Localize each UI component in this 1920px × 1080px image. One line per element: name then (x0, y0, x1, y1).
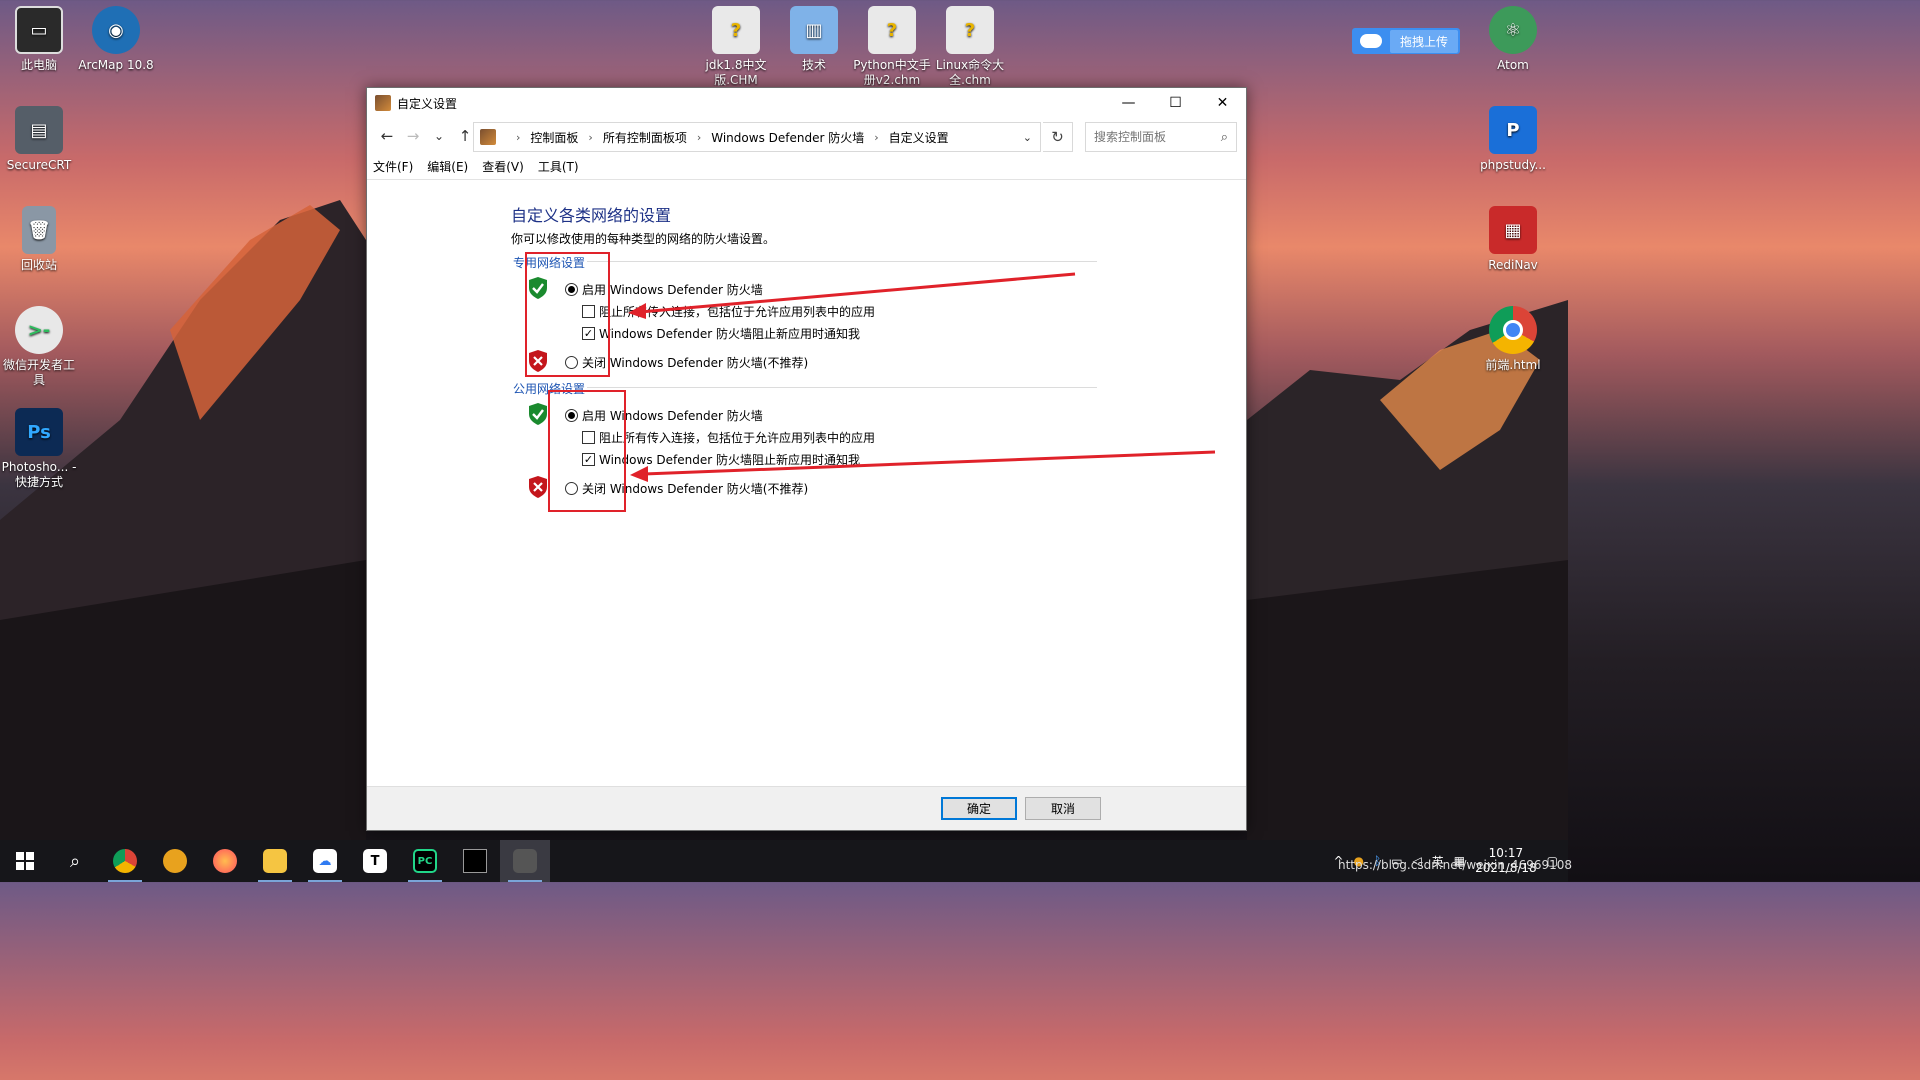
taskbar-pycharm[interactable]: PC (400, 840, 450, 882)
annotation-arrows (628, 272, 1216, 482)
firefox-icon (213, 849, 237, 873)
taskbar: ⌕ ☁ T PC ^ ● ᛒ ▭ ◁ 英 ▦ 10:17 2021/8/18 ▢ (0, 840, 1568, 882)
baidu-netdisk-icon: ☁ (313, 849, 337, 873)
start-button[interactable] (0, 840, 50, 882)
browser-icon (163, 849, 187, 873)
windows-logo-icon (16, 852, 34, 870)
pycharm-icon: PC (413, 849, 437, 873)
taskbar-typora[interactable]: T (350, 840, 400, 882)
taskbar-file-explorer[interactable] (250, 840, 300, 882)
chrome-icon (113, 849, 137, 873)
taskbar-baidu-netdisk[interactable]: ☁ (300, 840, 350, 882)
taskbar-terminal[interactable] (450, 840, 500, 882)
annotation-arrow (643, 450, 1216, 476)
terminal-icon (463, 849, 487, 873)
taskbar-search-button[interactable]: ⌕ (50, 840, 100, 882)
file-explorer-icon (263, 849, 287, 873)
taskbar-chrome[interactable] (100, 840, 150, 882)
annotation-arrow (639, 272, 1076, 314)
control-panel-icon (513, 849, 537, 873)
taskbar-control-panel[interactable] (500, 840, 550, 882)
typora-icon: T (363, 849, 387, 873)
taskbar-browser[interactable] (150, 840, 200, 882)
search-icon: ⌕ (69, 850, 81, 872)
arrowhead-icon (628, 303, 646, 319)
arrowhead-icon (630, 466, 648, 482)
taskbar-firefox[interactable] (200, 840, 250, 882)
watermark: https://blog.csdn.net/weixin_46969108 (1338, 858, 1573, 872)
